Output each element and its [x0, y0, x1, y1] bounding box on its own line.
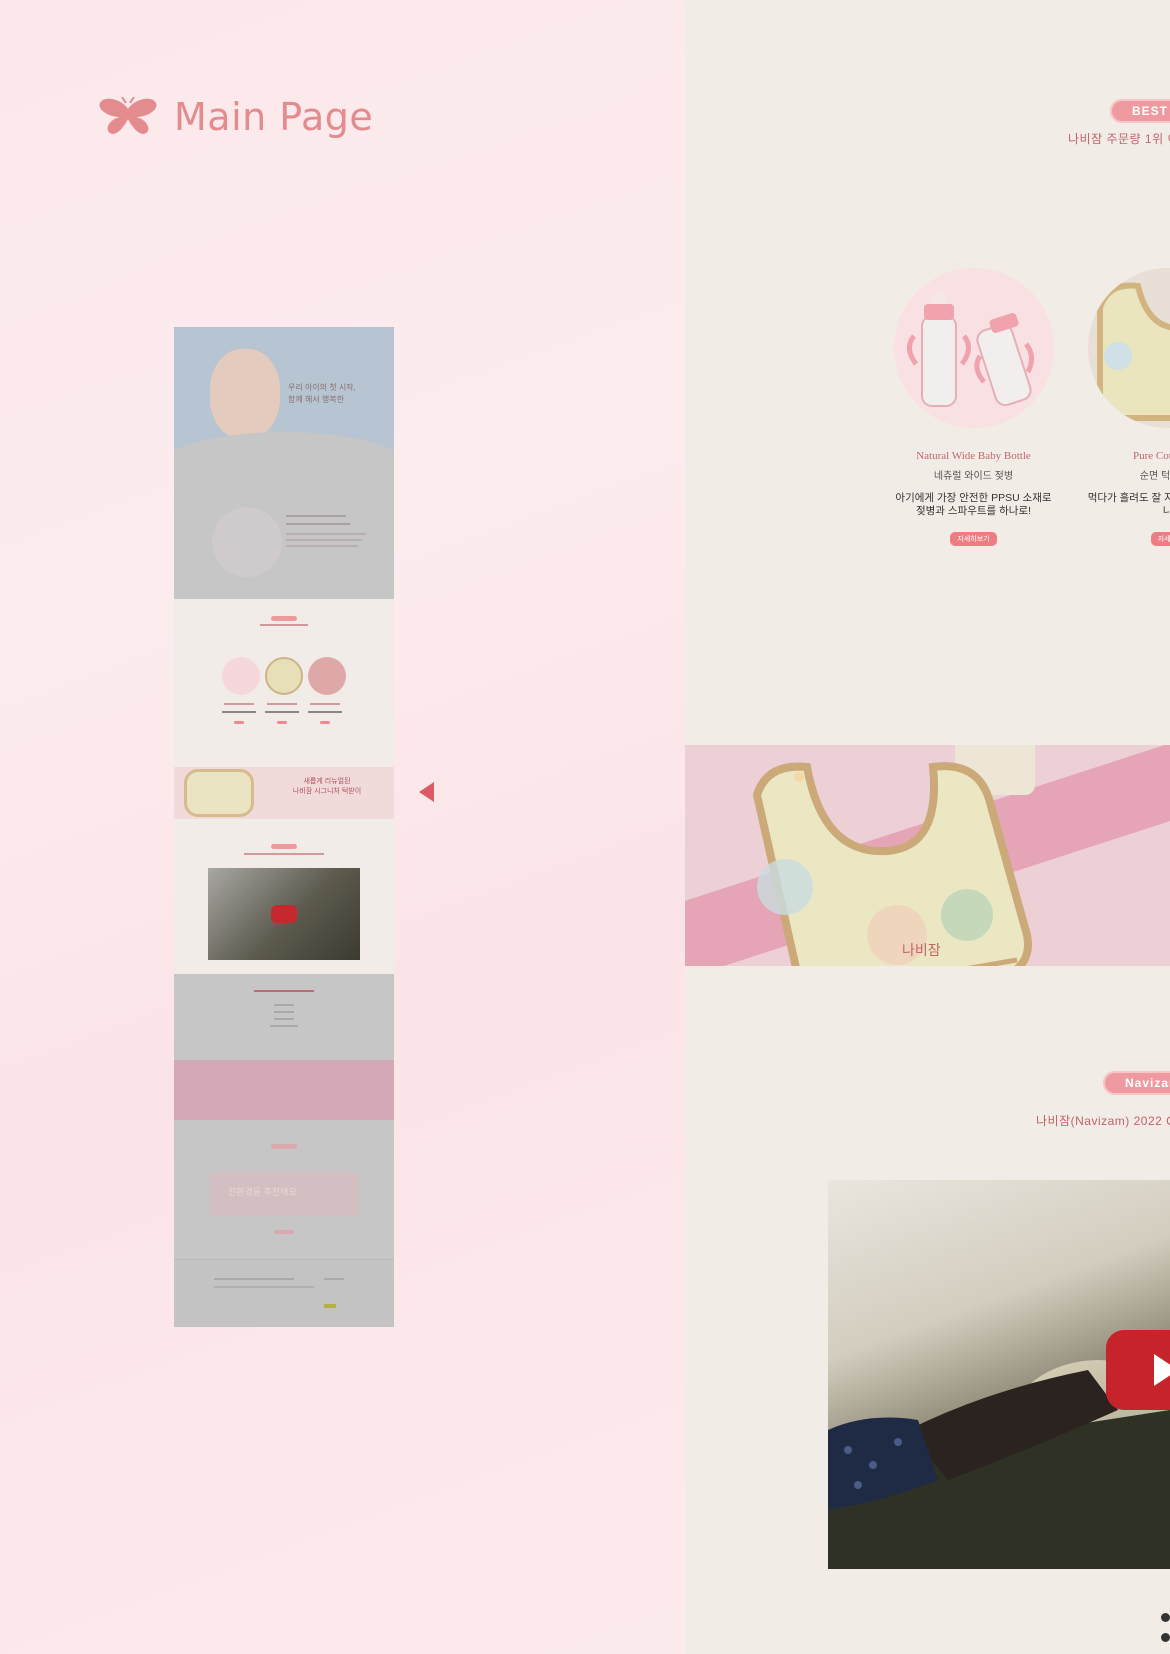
product-description: 아기에게 가장 안전한 PPSU 소재로 젖병과 스파우트를 하나로! — [895, 492, 1052, 517]
bottle-image — [906, 291, 1034, 407]
product-name-ko: 네츄럴 와이드 젖병 — [933, 471, 1014, 482]
page-title: Main Page — [174, 95, 374, 139]
product-image-bib — [1087, 268, 1170, 428]
thumb-hero-text: 우리 아이의 첫 시작, 함께 해서 행복한 — [288, 383, 356, 404]
thumb-intro — [174, 477, 394, 599]
bib-brand-label: 나비잠 — [902, 943, 941, 959]
product-detail-button[interactable]: 자세히보기 — [950, 532, 997, 546]
thumb-lower-sections: 친환경을 추천해요 — [174, 974, 394, 1327]
thumb-promo-box: 친환경을 추천해요 — [210, 1172, 358, 1216]
thumb-footer-text — [214, 1286, 314, 1288]
thumb-baby-circle — [212, 507, 282, 577]
thumb-footer — [174, 1259, 394, 1327]
thumb-banner-text: 새롭게 리뉴얼된 나비잠 시그니처 턱받이 — [292, 778, 362, 795]
thumb-baby-image — [210, 349, 280, 439]
thumb-footer-text — [214, 1278, 294, 1280]
thumb-product-text — [310, 703, 340, 705]
thumb-play-icon — [271, 905, 297, 923]
thumb-list-item — [274, 1018, 294, 1020]
thumb-promo-button — [274, 1230, 294, 1234]
thumb-badge — [271, 616, 297, 621]
thumb-subtitle — [260, 624, 308, 626]
thumb-section-badge — [271, 1144, 297, 1149]
navizam-badge: Navizam — [1103, 1071, 1170, 1095]
thumb-product-text — [222, 711, 256, 713]
product-name-en: Pure Cotton Bil — [1132, 450, 1170, 462]
thumb-product-button — [277, 721, 287, 724]
best-subtitle: 나비잠 주문량 1위 이 — [1068, 132, 1170, 146]
thumb-products — [174, 599, 394, 767]
thumb-product-bowl — [308, 657, 346, 695]
product-image-bottle — [893, 268, 1054, 428]
product-detail-button[interactable]: 자세히 — [1150, 532, 1170, 546]
slider-dot[interactable] — [1161, 1613, 1170, 1622]
slider-dot[interactable] — [1161, 1633, 1170, 1642]
thumb-hero: 우리 아이의 첫 시작, 함께 해서 행복한 — [174, 327, 394, 599]
product-card[interactable]: Pure Cotton Bil 순면 턱받이& 먹다가 흘려도 잘 지 나비잠만… — [1085, 268, 1170, 546]
bib-image — [1096, 282, 1170, 421]
signature-bib-banner[interactable]: 나비잠 — [685, 745, 1170, 966]
video-subtitle: 나비잠(Navizam) 2022 Co — [1036, 1114, 1170, 1128]
thumb-list-title — [254, 990, 314, 992]
thumb-text-line — [286, 523, 350, 525]
thumb-hands-banner — [174, 1060, 394, 1120]
thumb-product-button — [320, 721, 330, 724]
thumb-list-item — [270, 1025, 298, 1027]
youtube-play-icon[interactable] — [1106, 1330, 1170, 1410]
detail-panel[interactable]: BEST I 나비잠 주문량 1위 이 Natural Wide Baby Bo… — [685, 0, 1170, 1654]
thumb-list-item — [274, 1004, 294, 1006]
product-card[interactable]: Natural Wide Baby Bottle 네츄럴 와이드 젖병 아기에게… — [891, 268, 1056, 546]
thumb-footer-text — [324, 1278, 344, 1280]
thumb-product-button — [234, 721, 244, 724]
product-name-ko: 순면 턱받이& — [1139, 471, 1170, 482]
product-name-en: Natural Wide Baby Bottle — [916, 450, 1031, 462]
page-thumbnail[interactable]: 우리 아이의 첫 시작, 함께 해서 행복한 새롭게 리뉴얼된 나비잠 시그니처… — [174, 327, 394, 1327]
thumb-product-text — [265, 711, 299, 713]
thumb-product-text — [267, 703, 297, 705]
product-description: 먹다가 흘려도 잘 지 나비잠만의 시그니 — [1087, 492, 1170, 517]
play-triangle-icon — [1154, 1354, 1170, 1386]
butterfly-icon — [99, 97, 157, 134]
thumb-video-section — [174, 819, 394, 974]
thumb-text-line — [286, 533, 366, 535]
left-panel: Main Page 우리 아이의 첫 시작, 함께 해서 행복한 새롭게 리뉴얼… — [0, 0, 685, 1654]
thumb-product-bottle — [222, 657, 260, 695]
thumb-product-text — [308, 711, 342, 713]
pointer-arrow-icon — [419, 782, 434, 802]
thumb-text-line — [286, 545, 358, 547]
bib-image: 나비잠 — [752, 762, 1032, 966]
thumb-text-line — [286, 539, 362, 541]
thumb-video-badge — [271, 844, 297, 849]
thumb-product-text — [224, 703, 254, 705]
thumb-video-subtitle — [244, 853, 324, 855]
thumb-promo-text: 친환경을 추천해요 — [228, 1187, 297, 1197]
thumb-product-bib — [265, 657, 303, 695]
thumb-footer-badge — [324, 1304, 336, 1308]
thumb-video — [208, 868, 360, 960]
thumb-bib-image — [184, 769, 254, 817]
brand-video[interactable] — [828, 1180, 1170, 1569]
thumb-text-line — [286, 515, 346, 517]
thumb-banner: 새롭게 리뉴얼된 나비잠 시그니처 턱받이 — [174, 767, 394, 819]
thumb-list-item — [274, 1011, 294, 1013]
page-header: Main Page — [98, 95, 373, 139]
best-badge: BEST I — [1110, 99, 1170, 123]
